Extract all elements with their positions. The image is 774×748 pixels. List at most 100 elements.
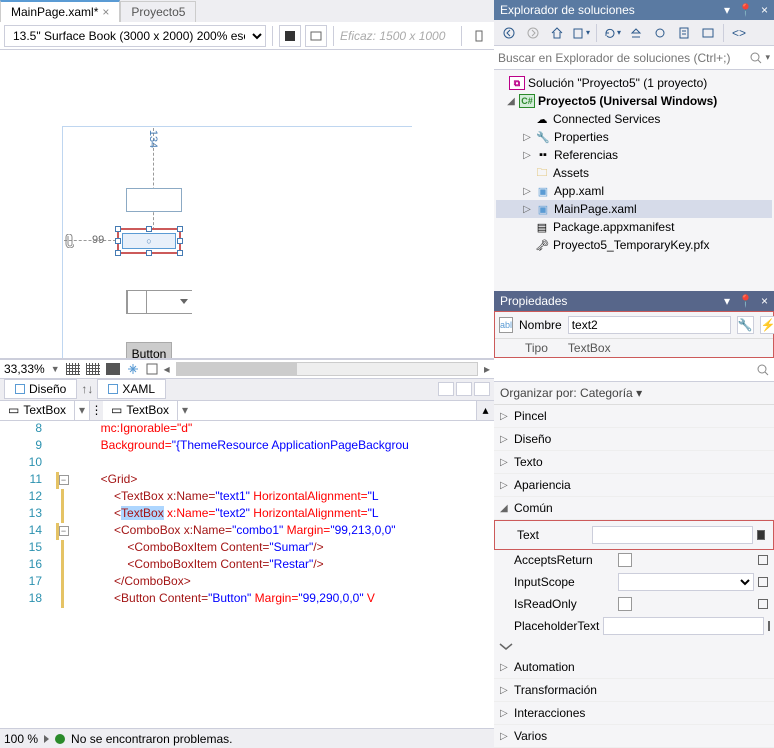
textbox-type-icon: abl [499,317,513,333]
orientation-portrait-button[interactable] [279,25,301,47]
category-texto[interactable]: ▷Texto [494,451,774,474]
combobox-combo1[interactable] [126,290,192,314]
organize-by[interactable]: Organizar por: Categoría ▾ [494,382,774,405]
prop-acceptsreturn-checkbox[interactable] [618,553,632,567]
wrench-icon[interactable]: 🔧 [737,316,754,334]
category-varios[interactable]: ▷Varios [494,725,774,748]
lock-icon[interactable] [146,363,158,375]
close-icon[interactable]: × [102,5,109,19]
chevron-left-icon[interactable]: ◂ [164,362,170,376]
dropdown-icon[interactable]: ▾ [724,3,730,17]
chevron-down-icon[interactable]: ▼ [51,364,60,374]
square-icon [15,384,25,394]
category-comun[interactable]: ◢Común [494,497,774,520]
search-icon[interactable] [749,51,763,65]
prop-inputscope-select[interactable] [618,573,754,591]
button-control[interactable]: Button [126,342,172,359]
tab-label: MainPage.xaml* [11,5,98,19]
zoom-percent[interactable]: 100 % [4,732,38,746]
category-transformacion[interactable]: ▷Transformación [494,679,774,702]
home-button[interactable] [546,22,568,44]
chevron-right-icon[interactable] [44,735,49,743]
chevron-down-icon[interactable]: ▾ [178,401,192,420]
separator [272,26,273,46]
center-handle-icon: ○ [146,236,151,246]
prop-marker-icon[interactable] [768,621,770,631]
prop-marker-icon[interactable] [758,599,768,609]
key-icon: 🗝 [534,238,550,252]
tab-mainpage[interactable]: MainPage.xaml* × [0,0,120,22]
xaml-tab[interactable]: XAML [97,379,166,399]
orientation-landscape-button[interactable] [305,25,327,47]
xaml-icon: ▣ [535,202,551,216]
settings-button[interactable] [468,25,490,47]
breadcrumb-textbox[interactable]: ▭ TextBox [0,401,75,420]
zoom-level[interactable]: 33,33% [4,362,45,376]
refresh-button[interactable]: ▾ [601,22,623,44]
device-selector[interactable]: 13.5" Surface Book (3000 x 2000) 200% es… [4,25,266,47]
design-tab[interactable]: Diseño [4,379,77,399]
code-editor[interactable]: 8 mc:Ignorable="d" 9 Background="{ThemeR… [0,421,494,729]
preview-button[interactable] [697,22,719,44]
prop-marker-icon[interactable] [758,577,768,587]
solution-explorer-header[interactable]: Explorador de soluciones ▾ 📍 × [494,0,774,20]
collapse-button[interactable] [625,22,647,44]
chevron-down-icon[interactable]: ▾ [765,52,770,63]
folder-icon: 🗀 [534,166,550,180]
textbox-text1[interactable] [126,188,182,212]
category-pincel[interactable]: ▷Pincel [494,405,774,428]
events-icon[interactable]: ⚡ [760,316,774,334]
properties-button[interactable] [673,22,695,44]
full-view-button[interactable] [474,382,490,396]
grid-snap-icon[interactable] [66,363,80,375]
chevron-down-icon [180,299,188,304]
category-apariencia[interactable]: ▷Apariencia [494,474,774,497]
category-diseno[interactable]: ▷Diseño [494,428,774,451]
forward-button[interactable] [522,22,544,44]
vertical-scrollbar-up[interactable]: ▴ [476,401,494,420]
solution-tree[interactable]: ⧉Solución "Proyecto5" (1 proyecto) ◢C#Pr… [494,70,774,291]
prop-inputscope-label: InputScope [514,575,614,589]
code-view-button[interactable]: <> [728,22,750,44]
prop-marker-icon[interactable] [758,555,768,565]
guide-label-134: 134 [147,130,159,148]
solution-search-input[interactable] [498,51,749,65]
prop-isreadonly-label: IsReadOnly [514,597,614,611]
prop-placeholder-input[interactable] [603,617,764,635]
name-input[interactable] [568,316,731,334]
close-icon[interactable]: × [761,3,768,17]
properties-search-input[interactable] [498,363,756,377]
back-button[interactable] [498,22,520,44]
prop-text-input[interactable] [592,526,753,544]
close-icon[interactable]: × [761,294,768,308]
breadcrumb-textbox-2[interactable]: ▭ TextBox [103,401,178,420]
search-icon[interactable] [756,363,770,377]
textbox-text2-selected[interactable]: ○ [117,228,181,254]
snap-icon[interactable] [126,363,140,375]
chevron-down-icon[interactable]: ▾ [75,401,89,420]
effective-resolution: Eficaz: 1500 x 1000 [340,29,445,43]
split-vertical-button[interactable] [456,382,472,396]
pin-icon[interactable]: 📍 [738,294,753,308]
prop-marker-icon[interactable] [757,530,765,540]
dropdown-icon[interactable]: ▾ [724,294,730,308]
designer-surface[interactable]: 134 99 ○ Button TextBlock [0,50,494,359]
element-icon: ▭ [111,403,122,417]
expand-more-button[interactable] [494,638,774,656]
category-interacciones[interactable]: ▷Interacciones [494,702,774,725]
tab-proyecto5[interactable]: Proyecto5 [120,1,196,22]
category-automation[interactable]: ▷Automation [494,656,774,679]
square-icon [108,384,118,394]
swap-icon[interactable]: ↑↓ [81,382,93,396]
grid-lines-icon[interactable] [86,363,100,375]
prop-isreadonly-checkbox[interactable] [618,597,632,611]
show-all-button[interactable] [649,22,671,44]
split-horizontal-button[interactable] [438,382,454,396]
split-grip-icon[interactable]: ⋮ [89,401,103,420]
horizontal-scrollbar[interactable] [176,362,478,376]
sync-button[interactable]: ▾ [570,22,592,44]
pin-icon[interactable]: 📍 [738,3,753,17]
chevron-right-icon[interactable]: ▸ [484,362,490,376]
properties-header[interactable]: Propiedades ▾ 📍 × [494,291,774,311]
grid-view-icon[interactable] [106,363,120,375]
